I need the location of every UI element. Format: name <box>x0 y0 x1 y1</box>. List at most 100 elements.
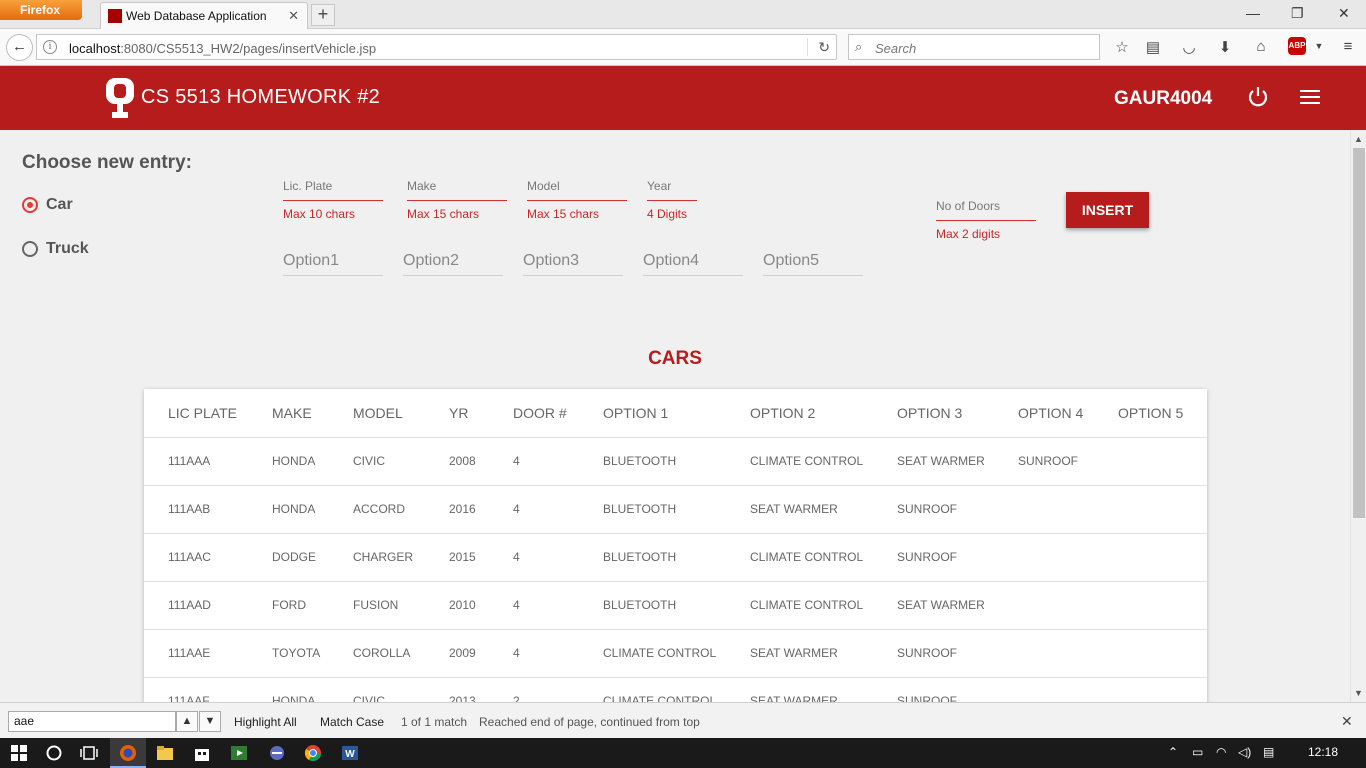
reading-list-icon[interactable]: ▤ <box>1143 38 1163 56</box>
close-icon[interactable]: ✕ <box>1341 713 1353 730</box>
scrollbar-thumb[interactable] <box>1353 148 1365 518</box>
year-label: Year <box>647 179 672 193</box>
option2-field[interactable]: Option2 <box>403 252 503 276</box>
option1-field[interactable]: Option1 <box>283 252 383 276</box>
volume-icon[interactable]: ◁) <box>1238 745 1251 759</box>
make-field[interactable]: Make Max 15 chars <box>407 179 507 221</box>
field-underline <box>523 275 623 276</box>
scroll-down-icon[interactable]: ▼ <box>1354 688 1363 698</box>
table-cell <box>994 677 1094 702</box>
power-icon[interactable] <box>1247 86 1269 108</box>
bookmark-star-icon[interactable]: ☆ <box>1112 38 1132 56</box>
info-icon[interactable]: i <box>43 40 57 54</box>
taskbar-clock: 12:18 <box>1308 745 1339 759</box>
table-cell: 111AAE <box>144 629 248 678</box>
battery-icon[interactable]: ▭ <box>1192 745 1203 759</box>
minimize-window-icon[interactable]: — <box>1246 5 1260 21</box>
option4-field[interactable]: Option4 <box>643 252 743 276</box>
table-cell: 4 <box>489 437 579 486</box>
table-cell <box>1094 677 1207 702</box>
table-cell <box>1094 533 1207 582</box>
year-field[interactable]: Year 4 Digits <box>647 179 697 221</box>
reload-icon[interactable]: ↻ <box>818 39 830 56</box>
table-cell: HONDA <box>248 437 329 486</box>
scroll-up-icon[interactable]: ▲ <box>1354 134 1363 144</box>
app-title: CS 5513 HOMEWORK #2 <box>141 86 381 108</box>
table-cell: 111AAB <box>144 485 248 534</box>
table-cell: BLUETOOTH <box>579 581 726 630</box>
word-icon[interactable]: W <box>341 744 359 762</box>
url-bar[interactable]: i localhost:8080/CS5513_HW2/pages/insert… <box>36 34 837 60</box>
home-icon[interactable]: ⌂ <box>1251 38 1271 55</box>
model-label: Model <box>527 179 560 193</box>
highlight-all-checkbox[interactable]: Highlight All <box>234 715 297 729</box>
cars-heading: CARS <box>648 348 702 369</box>
page-scrollbar[interactable]: ▲ ▼ <box>1350 130 1366 702</box>
year-hint: 4 Digits <box>647 207 688 221</box>
table-row: 111AAE TOYOTA COROLLA 2009 4 CLIMATE CONTROL S… <box>144 629 1207 678</box>
radio-truck[interactable]: Truck <box>22 240 89 258</box>
find-input[interactable]: aae <box>8 711 176 732</box>
page-content: Choose new entry: Car Truck Lic. Plate M… <box>0 130 1350 702</box>
field-underline <box>643 275 743 276</box>
table-cell <box>1094 629 1207 678</box>
column-header: YR <box>425 389 489 438</box>
table-cell: CLIMATE CONTROL <box>726 437 873 486</box>
insert-button[interactable]: INSERT <box>1066 192 1149 228</box>
option3-field[interactable]: Option3 <box>523 252 623 276</box>
app-icon[interactable] <box>268 744 286 762</box>
url-text[interactable]: localhost:8080/CS5513_HW2/pages/insertVe… <box>69 41 376 56</box>
table-cell: 4 <box>489 581 579 630</box>
model-field[interactable]: Model Max 15 chars <box>527 179 627 221</box>
match-case-checkbox[interactable]: Match Case <box>320 715 384 729</box>
doors-field[interactable]: No of Doors Max 2 digits <box>936 199 1036 241</box>
browser-tab-strip: Firefox Web Database Application ✕ + — ❐… <box>0 0 1366 29</box>
close-window-icon[interactable]: ✕ <box>1338 5 1350 22</box>
chrome-icon[interactable] <box>304 744 322 762</box>
search-input[interactable]: ⌕ Search <box>848 34 1100 60</box>
browser-tab[interactable]: Web Database Application ✕ <box>100 2 308 29</box>
table-cell <box>994 485 1094 534</box>
show-hidden-icons-icon[interactable]: ⌃ <box>1168 745 1178 759</box>
restore-window-icon[interactable]: ❐ <box>1291 5 1304 22</box>
table-cell: SEAT WARMER <box>873 581 994 630</box>
hamburger-menu-icon[interactable] <box>1300 90 1320 106</box>
find-previous-icon[interactable]: ▲ <box>176 711 198 732</box>
adblock-icon[interactable]: ABP <box>1288 37 1306 55</box>
radio-car[interactable]: Car <box>22 196 73 214</box>
find-next-icon[interactable]: ▼ <box>199 711 221 732</box>
media-app-icon[interactable] <box>230 744 248 762</box>
task-view-icon[interactable] <box>80 744 98 762</box>
back-arrow-icon[interactable]: ← <box>6 34 33 61</box>
windows-start-icon[interactable] <box>10 744 28 762</box>
lic-plate-label: Lic. Plate <box>283 179 333 193</box>
file-explorer-icon[interactable] <box>156 744 174 762</box>
option5-field[interactable]: Option5 <box>763 252 863 276</box>
lic-plate-field[interactable]: Lic. Plate Max 10 chars <box>283 179 383 221</box>
store-icon[interactable] <box>193 744 211 762</box>
action-center-icon[interactable]: ▤ <box>1263 745 1274 759</box>
column-header: OPTION 1 <box>579 389 726 438</box>
tab-close-icon[interactable]: ✕ <box>288 8 299 24</box>
new-tab-button[interactable]: + <box>311 4 335 26</box>
chevron-down-icon[interactable]: ▼ <box>1309 41 1329 51</box>
firefox-menu-button[interactable]: Firefox <box>0 0 82 20</box>
pocket-icon[interactable]: ◡ <box>1179 38 1199 56</box>
url-path: :8080/CS5513_HW2/pages/insertVehicle.jsp <box>120 41 377 56</box>
table-cell: SUNROOF <box>994 437 1094 486</box>
option1-label: Option1 <box>283 252 340 269</box>
firefox-taskbar-icon[interactable] <box>119 744 137 762</box>
hamburger-menu-icon[interactable]: ≡ <box>1338 38 1358 55</box>
url-separator <box>807 38 808 56</box>
table-cell <box>994 581 1094 630</box>
wifi-icon[interactable]: ◠ <box>1216 745 1226 759</box>
option5-label: Option5 <box>763 252 820 269</box>
table-cell: SUNROOF <box>873 485 994 534</box>
cortana-icon[interactable] <box>45 744 63 762</box>
download-icon[interactable]: ⬇ <box>1215 38 1235 56</box>
table-cell: SUNROOF <box>873 629 994 678</box>
table-cell: BLUETOOTH <box>579 533 726 582</box>
table-cell: 4 <box>489 485 579 534</box>
column-header: OPTION 2 <box>726 389 873 438</box>
radio-car-label: Car <box>46 196 73 213</box>
